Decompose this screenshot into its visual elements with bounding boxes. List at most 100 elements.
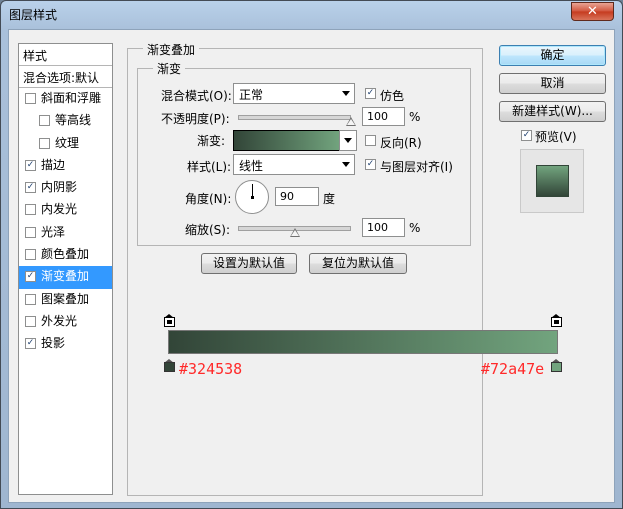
title-bar[interactable]: 图层样式 ✕ xyxy=(1,1,622,29)
scale-input[interactable]: 100 xyxy=(362,218,405,237)
color-stop-left[interactable] xyxy=(164,359,175,373)
sidebar-items: 斜面和浮雕等高线纹理 ✓ 描边 ✓ 内阴影内发光光泽颜色叠加 ✓ 渐变叠加图案叠加外发光 ✓ 投… xyxy=(19,88,112,356)
sidebar-item-checkbox[interactable] xyxy=(39,115,50,127)
check-icon: ✓ xyxy=(366,88,375,98)
gradient-picker[interactable] xyxy=(233,130,341,151)
sidebar-item-label: 内阴影 xyxy=(41,180,78,195)
sidebar-item-label: 光泽 xyxy=(41,224,66,239)
angle-dial[interactable] xyxy=(235,180,269,214)
preview-label: 预览(V) xyxy=(535,130,577,144)
sidebar-item-checkbox[interactable] xyxy=(25,293,36,305)
gradient-label: 渐变: xyxy=(197,134,226,148)
chevron-down-icon xyxy=(344,138,352,143)
sidebar-header[interactable]: 样式 xyxy=(19,44,112,66)
sidebar-item-label: 斜面和浮雕 xyxy=(41,91,102,105)
cancel-button[interactable]: 取消 xyxy=(499,73,606,94)
scale-percent: % xyxy=(409,221,421,235)
stop-square xyxy=(164,317,175,327)
opacity-percent: % xyxy=(409,110,421,124)
align-label: 与图层对齐(I) xyxy=(380,160,453,174)
sidebar-item-checkbox[interactable] xyxy=(25,249,36,261)
blend-mode-label: 混合模式(O): xyxy=(161,89,232,103)
sidebar-item-label: 颜色叠加 xyxy=(41,247,90,262)
opacity-label: 不透明度(P): xyxy=(161,112,230,126)
check-icon: ✓ xyxy=(26,159,35,170)
check-icon: ✓ xyxy=(26,271,35,282)
stop-square xyxy=(551,317,562,327)
check-icon: ✓ xyxy=(26,182,35,193)
start-color-hex: #324538 xyxy=(179,360,243,378)
angle-center xyxy=(251,196,254,199)
sidebar-item-checkbox[interactable]: ✓ xyxy=(25,271,36,283)
chevron-down-icon xyxy=(342,162,350,167)
set-default-button[interactable]: 设置为默认值 xyxy=(201,253,297,274)
sidebar-item-label: 渐变叠加 xyxy=(41,269,90,284)
sidebar-item-checkbox[interactable]: ✓ xyxy=(25,182,36,194)
gradient-bar[interactable] xyxy=(168,330,558,354)
new-style-button[interactable]: 新建样式(W)... xyxy=(499,101,606,122)
ok-button[interactable]: 确定 xyxy=(499,45,606,66)
sidebar-item-checkbox[interactable] xyxy=(25,93,36,104)
sidebar-item-checkbox[interactable]: ✓ xyxy=(25,159,36,171)
sidebar-blend-options[interactable]: 混合选项:默认 xyxy=(19,66,112,88)
sidebar-item-checkbox[interactable] xyxy=(25,226,36,238)
angle-label: 角度(N): xyxy=(185,192,232,206)
opacity-input[interactable]: 100 xyxy=(362,107,405,126)
dither-label: 仿色 xyxy=(380,89,405,103)
opacity-stop-left[interactable] xyxy=(164,314,175,328)
styles-sidebar: 样式 混合选项:默认 斜面和浮雕等高线纹理 ✓ 描边 ✓ 内阴影内发光光泽颜色叠加 ✓ 渐变… xyxy=(18,43,113,495)
gradient-subgroup-title: 渐变 xyxy=(153,60,186,77)
align-checkbox[interactable]: ✓ xyxy=(365,159,376,170)
blend-mode-select[interactable]: 正常 xyxy=(233,83,355,104)
check-icon: ✓ xyxy=(26,338,35,349)
preview-swatch xyxy=(536,165,569,197)
sidebar-item-label: 外发光 xyxy=(41,313,78,328)
reverse-label: 反向(R) xyxy=(380,136,422,150)
style-value: 线性 xyxy=(239,159,264,173)
reverse-checkbox[interactable] xyxy=(365,135,376,146)
sidebar-item[interactable]: 外发光 xyxy=(19,311,112,333)
preview-thumbnail xyxy=(520,149,584,213)
style-label: 样式(L): xyxy=(187,160,232,174)
dither-checkbox[interactable]: ✓ xyxy=(365,88,376,99)
sidebar-item-label: 图案叠加 xyxy=(41,291,90,306)
sidebar-item[interactable]: 颜色叠加 xyxy=(19,244,112,266)
color-stop-right[interactable] xyxy=(551,359,562,373)
sidebar-item-checkbox[interactable] xyxy=(25,315,36,327)
preview-checkbox[interactable]: ✓ xyxy=(521,130,532,141)
reset-default-button[interactable]: 复位为默认值 xyxy=(309,253,407,274)
sidebar-item[interactable]: 内发光 xyxy=(19,199,112,221)
sidebar-item[interactable]: 光泽 xyxy=(19,222,112,244)
opacity-slider-thumb[interactable] xyxy=(346,117,356,126)
sidebar-item[interactable]: 图案叠加 xyxy=(19,289,112,311)
window-title: 图层样式 xyxy=(9,8,58,22)
sidebar-item-checkbox[interactable] xyxy=(39,137,50,149)
opacity-stop-right[interactable] xyxy=(551,314,562,328)
stop-color-square xyxy=(164,362,175,372)
opacity-slider-track[interactable] xyxy=(238,115,351,120)
sidebar-item-label: 内发光 xyxy=(41,202,78,217)
blend-mode-value: 正常 xyxy=(239,88,264,102)
end-color-hex: #72a47e xyxy=(481,360,545,378)
sidebar-item[interactable]: 等高线 xyxy=(19,110,112,132)
sidebar-item[interactable]: 斜面和浮雕 xyxy=(19,88,112,110)
scale-slider-thumb[interactable] xyxy=(289,228,300,237)
style-select[interactable]: 线性 xyxy=(233,154,355,175)
sidebar-item-label: 等高线 xyxy=(55,113,92,128)
gradient-dropdown[interactable] xyxy=(339,130,357,151)
check-icon: ✓ xyxy=(366,159,375,169)
sidebar-item[interactable]: ✓ 投影 xyxy=(19,333,112,355)
sidebar-item-label: 纹理 xyxy=(55,135,80,150)
layer-style-dialog: 图层样式 ✕ 样式 混合选项:默认 斜面和浮雕等高线纹理 ✓ 描边 ✓ 内阴影内发光光泽… xyxy=(0,0,623,509)
sidebar-item-checkbox[interactable] xyxy=(25,204,36,216)
sidebar-item[interactable]: 纹理 xyxy=(19,133,112,155)
gradient-overlay-title: 渐变叠加 xyxy=(143,41,200,58)
close-button[interactable]: ✕ xyxy=(571,2,614,21)
sidebar-item[interactable]: ✓ 描边 xyxy=(19,155,112,177)
angle-input[interactable]: 90 xyxy=(275,187,319,206)
sidebar-item[interactable]: ✓ 内阴影 xyxy=(19,177,112,199)
sidebar-item-checkbox[interactable]: ✓ xyxy=(25,338,36,350)
stop-color-square xyxy=(551,362,562,372)
sidebar-item-label: 描边 xyxy=(41,157,66,172)
sidebar-item[interactable]: ✓ 渐变叠加 xyxy=(19,266,112,289)
